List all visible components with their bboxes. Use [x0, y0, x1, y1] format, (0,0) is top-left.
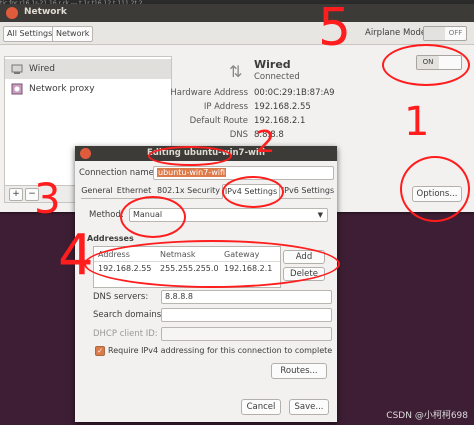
network-breadcrumb-button[interactable]: Network [52, 26, 94, 42]
annotation-circle-options [400, 156, 470, 222]
sidebar-item-wired[interactable]: Wired [5, 59, 171, 79]
routes-button[interactable]: Routes... [271, 363, 327, 379]
window-toolbar: All Settings Network Airplane Mode OFF [0, 22, 474, 45]
annotation-number-5: 5 [318, 0, 352, 58]
search-domains-label: Search domains: [93, 310, 165, 320]
connection-name-label: Connection name: [79, 168, 157, 178]
tab-8021x-security[interactable]: 802.1x Security [157, 184, 220, 198]
add-connection-button[interactable]: + [9, 188, 23, 201]
dns-label: DNS [229, 130, 248, 140]
watermark: CSDN @小柯柯698 [386, 411, 468, 421]
annotation-circle-name [148, 146, 232, 166]
annotation-circle-method [120, 196, 186, 238]
chevron-down-icon: ▼ [317, 211, 323, 219]
proxy-icon [11, 83, 23, 95]
require-ipv4-label: Require IPv4 addressing for this connect… [108, 346, 333, 355]
search-domains-input[interactable] [161, 308, 332, 322]
addresses-label: Addresses [87, 234, 134, 243]
window-titlebar: Network [0, 4, 474, 22]
settings-tabs: General Ethernet 802.1x Security IPv4 Se… [81, 184, 334, 199]
window-title: Network [24, 7, 67, 17]
save-button[interactable]: Save... [289, 399, 329, 415]
sidebar-item-label: Network proxy [29, 84, 95, 94]
method-label: Method: [89, 210, 124, 220]
ip-address-label: IP Address [203, 102, 248, 112]
airplane-mode-switch[interactable]: OFF [423, 26, 467, 41]
require-ipv4-checkbox[interactable]: ✓ [95, 346, 105, 356]
annotation-number-1: 1 [404, 99, 430, 145]
dns-servers-input[interactable]: 8.8.8.8 [161, 290, 332, 304]
cancel-button[interactable]: Cancel [241, 399, 281, 415]
wired-title: Wired [254, 58, 291, 71]
annotation-circle-ipv4-tab [222, 176, 284, 208]
dns-servers-label: DNS servers: [93, 292, 149, 302]
switch-off-label: OFF [448, 29, 463, 37]
dhcp-client-id-label: DHCP client ID: [93, 329, 158, 339]
wired-connection-icon: ⇅ [229, 62, 243, 81]
annotation-number-3: 3 [34, 174, 61, 223]
wired-status: Connected [254, 72, 300, 82]
annotation-circle-switch [382, 44, 470, 86]
default-route-label: Default Route [189, 116, 248, 126]
annotation-number-2: 2 [256, 125, 276, 160]
all-settings-button[interactable]: All Settings [3, 26, 57, 42]
sidebar-item-label: Wired [29, 64, 55, 74]
dhcp-client-id-input[interactable] [161, 327, 332, 341]
ip-address-value: 192.168.2.55 [254, 102, 311, 112]
hardware-address-label: Hardware Address [170, 88, 248, 98]
annotation-circle-addresses [84, 240, 340, 288]
airplane-mode-label: Airplane Mode [365, 28, 427, 38]
hardware-address-value: 00:0C:29:1B:87:A9 [254, 88, 335, 98]
tab-general[interactable]: General [81, 184, 113, 198]
ethernet-icon [11, 64, 23, 74]
close-icon[interactable] [6, 7, 18, 19]
tab-ipv6-settings[interactable]: IPv6 Settings [281, 184, 335, 198]
connection-name-value: ubuntu-win7-wifi [157, 168, 226, 177]
annotation-number-4: 4 [58, 223, 94, 288]
